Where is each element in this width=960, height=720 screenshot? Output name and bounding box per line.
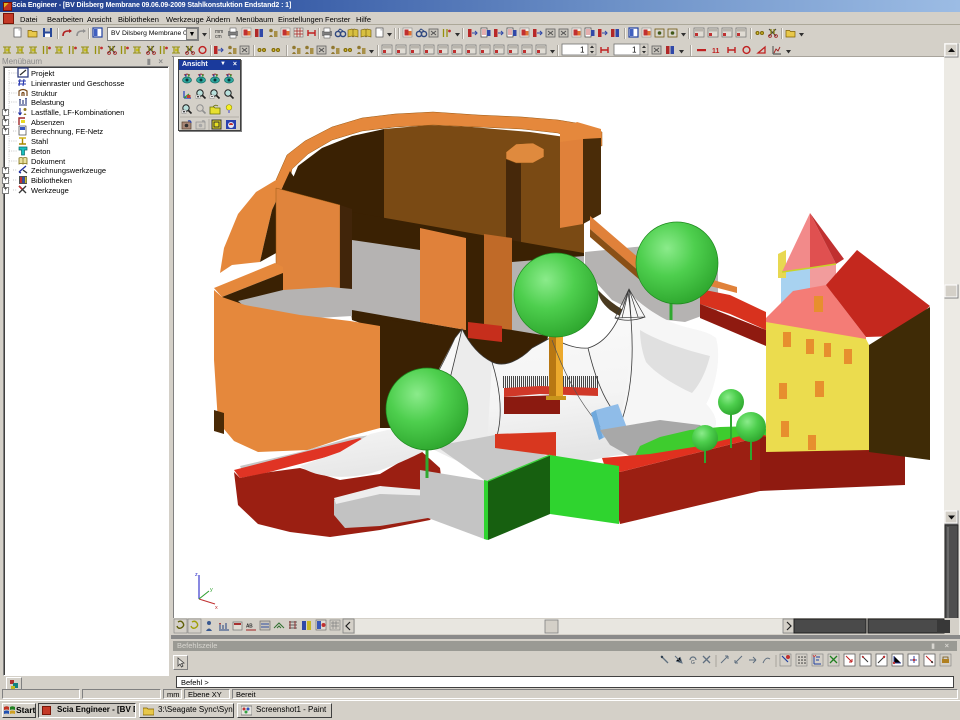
svg-text:G: G [691, 660, 695, 666]
svg-text:x: x [215, 605, 218, 611]
svg-text:y: y [210, 587, 213, 593]
svg-text:z: z [195, 572, 198, 578]
